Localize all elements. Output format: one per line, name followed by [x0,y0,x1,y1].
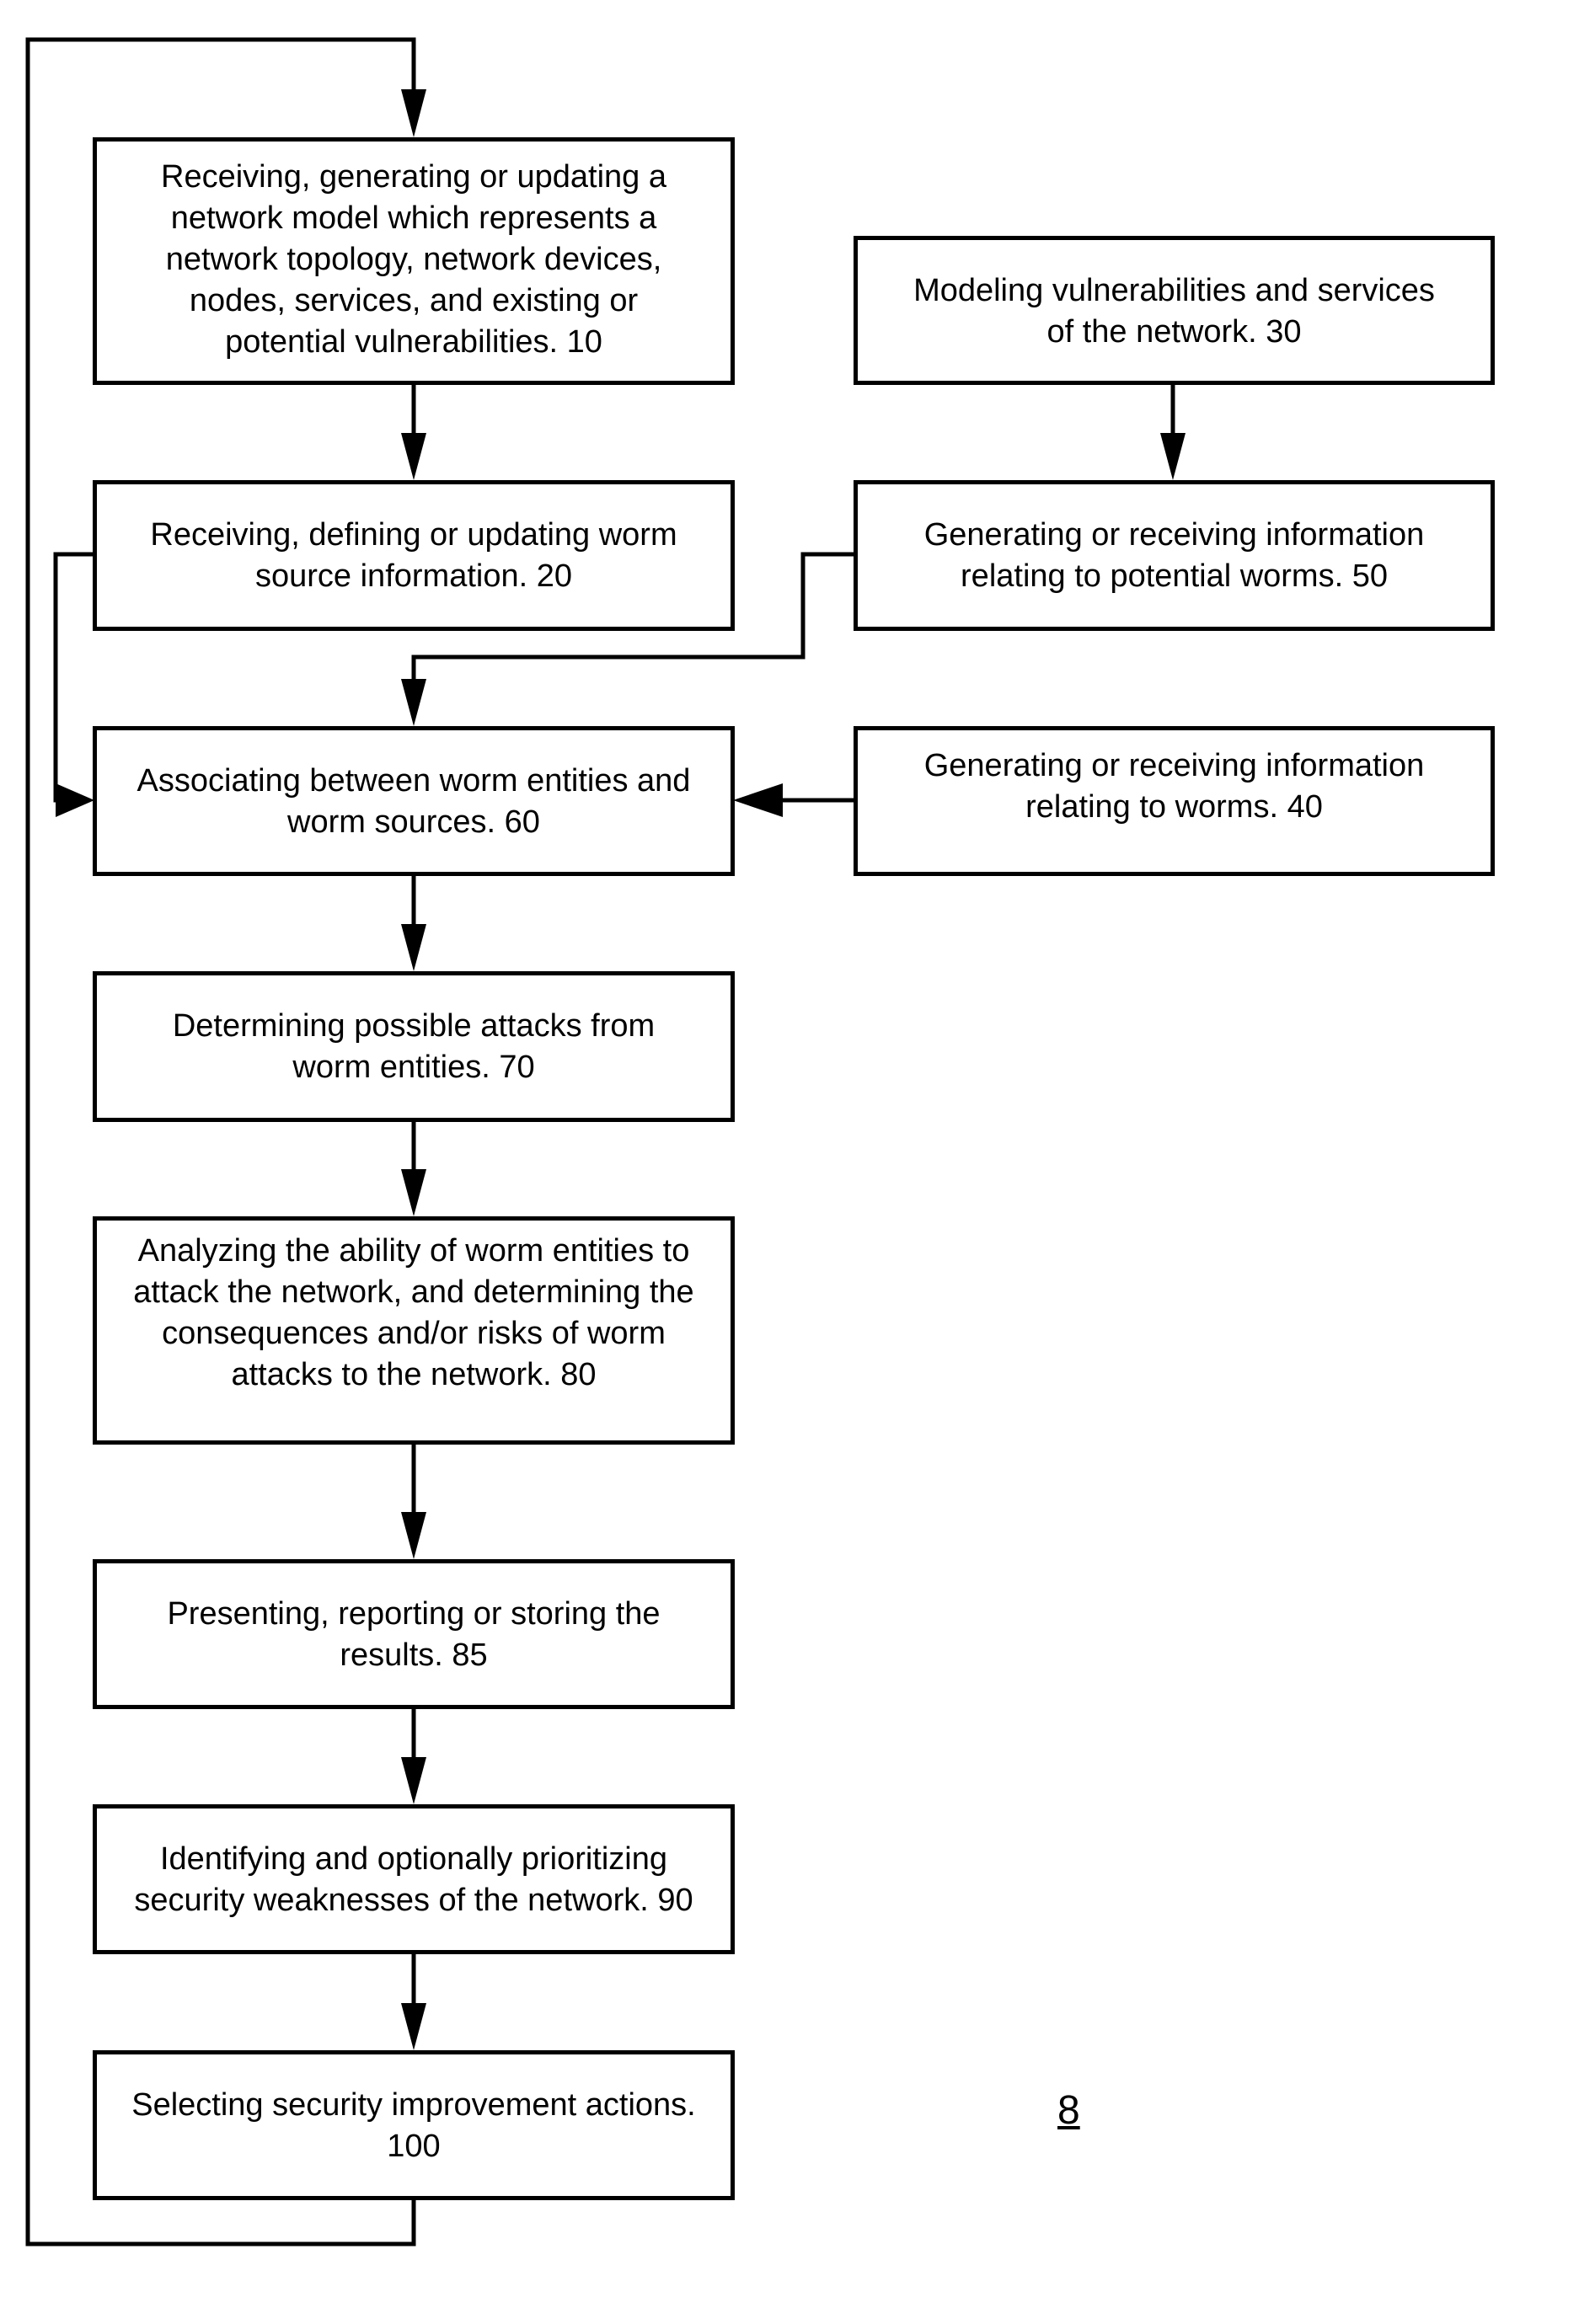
step-box-30: Modeling vulnerabilities and services of… [854,236,1495,385]
figure-label: 8 [1057,2088,1080,2133]
arrowhead-into-60-top [401,679,426,726]
step-box-40: Generating or receiving information rela… [854,726,1495,876]
arrowhead-into-70 [401,924,426,971]
step-text-50: Generating or receiving information rela… [923,517,1425,594]
step-box-80: Analyzing the ability of worm entities t… [93,1216,735,1445]
arrowhead-into-60-right [733,783,783,817]
step-text-85: Presenting, reporting or storing the res… [167,1596,661,1673]
step-text-30: Modeling vulnerabilities and services of… [913,273,1435,350]
step-box-10: Receiving, generating or updating a netw… [93,137,735,385]
step-box-50: Generating or receiving information rela… [854,480,1495,631]
step-text-90: Identifying and optionally prioritizing … [134,1841,693,1918]
step-box-90: Identifying and optionally prioritizing … [93,1804,735,1954]
step-box-85: Presenting, reporting or storing the res… [93,1559,735,1709]
step-box-70: Determining possible attacks from worm e… [93,971,735,1122]
step-text-10: Receiving, generating or updating a netw… [161,159,666,360]
step-box-20: Receiving, defining or updating worm sou… [93,480,735,631]
step-text-60: Associating between worm entities and wo… [136,763,691,840]
arrowhead-into-90 [401,1757,426,1804]
arrowhead-into-80 [401,1169,426,1216]
arrowhead-into-10 [401,89,426,137]
step-text-80: Analyzing the ability of worm entities t… [133,1233,694,1392]
step-box-60: Associating between worm entities and wo… [93,726,735,876]
arrowhead-into-60-left [56,783,94,817]
step-text-100: Selecting security improvement actions. … [131,2087,696,2164]
arrowhead-into-100 [401,2003,426,2050]
arrowhead-into-50 [1160,433,1186,480]
step-box-100: Selecting security improvement actions. … [93,2050,735,2200]
step-text-20: Receiving, defining or updating worm sou… [150,517,677,594]
arrowhead-into-20 [401,433,426,480]
step-text-40: Generating or receiving information rela… [923,748,1425,825]
step-text-70: Determining possible attacks from worm e… [172,1008,656,1085]
arrowhead-into-85 [401,1512,426,1559]
connector-20-to-60 [53,552,97,803]
